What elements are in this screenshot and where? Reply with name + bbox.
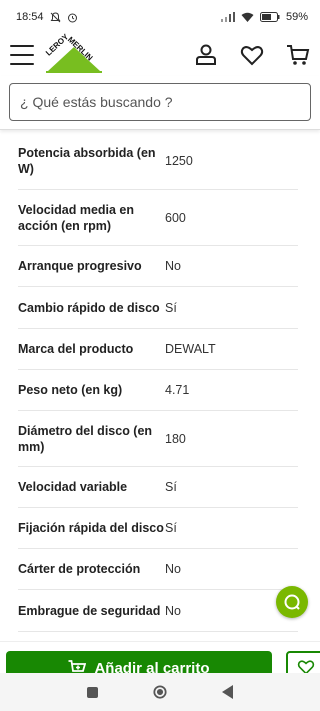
spec-label: Potencia absorbida (en W) [18, 145, 156, 176]
leroy-merlin-logo[interactable]: LEROY MERLIN [44, 32, 102, 73]
spec-row: Marca del producto DEWALT [18, 329, 298, 370]
home-circle-icon [153, 685, 167, 699]
spec-row: Cambio rápido de disco Sí [18, 287, 298, 329]
add-to-cart-label: Añadir al carrito [94, 660, 210, 674]
spec-row: Diámetro del disco (en mm) 180 [18, 411, 298, 467]
alarm-icon [67, 13, 77, 22]
spec-label: Velocidad variable [18, 480, 128, 494]
status-time: 18:54 [16, 11, 44, 23]
recents-button[interactable] [85, 685, 99, 699]
spec-label: Arranque progresivo [18, 259, 142, 273]
home-button[interactable] [153, 685, 167, 699]
add-to-cart-button[interactable]: Añadir al carrito [6, 651, 272, 674]
spec-label: Fijación rápida del disco [18, 521, 164, 535]
spec-value: Sí [165, 300, 177, 315]
spec-row: Potencia absorbida (en W) 1250 [18, 132, 298, 190]
cart-icon [68, 660, 87, 672]
purchase-bar: Añadir al carrito [0, 641, 320, 674]
spec-label: Peso neto (en kg) [18, 383, 123, 397]
spec-label: Cárter de protección [18, 562, 141, 576]
status-bar: 18:54 59% [0, 0, 320, 34]
battery-level: 59% [285, 11, 308, 23]
spec-row: Velocidad media en acción (en rpm) 600 [18, 190, 298, 246]
spec-row: Fijación rápida del disco Sí [18, 508, 298, 549]
back-triangle-icon [222, 685, 233, 699]
spec-value: 180 [165, 431, 186, 446]
search-bar [0, 76, 320, 130]
spec-value: Sí [165, 480, 177, 494]
spec-row: Arranque progresivo No [18, 246, 298, 287]
battery-icon [259, 12, 280, 22]
app-header: LEROY MERLIN [0, 32, 320, 76]
cart-icon[interactable] [286, 43, 310, 67]
spec-label: Velocidad media en acción (en rpm) [18, 202, 135, 233]
spec-value: No [165, 603, 181, 618]
user-icon[interactable] [194, 43, 218, 67]
heart-icon [297, 660, 315, 674]
mute-icon [50, 11, 60, 22]
spec-value: Sí [165, 521, 177, 535]
menu-icon[interactable] [10, 45, 34, 65]
chat-button[interactable] [276, 586, 308, 618]
spec-label: Embrague de seguridad [18, 603, 161, 618]
spec-label: Diámetro del disco (en mm) [18, 423, 153, 454]
spec-row: Cárter de protección No [18, 549, 298, 590]
spec-value: DEWALT [165, 342, 216, 356]
wifi-icon [241, 12, 254, 22]
spec-value: No [165, 259, 181, 273]
search-input[interactable] [9, 83, 311, 121]
system-nav-bar [0, 673, 320, 711]
spec-row: Velocidad variable Sí [18, 467, 298, 508]
spec-value: 1250 [165, 153, 193, 168]
add-to-wishlist-button[interactable] [286, 651, 320, 674]
square-icon [86, 686, 98, 698]
spec-value: 4.71 [165, 383, 190, 397]
back-button[interactable] [221, 685, 235, 699]
product-specs-table: Potencia absorbida (en W) 1250 Velocidad… [18, 132, 298, 632]
spec-row: Peso neto (en kg) 4.71 [18, 370, 298, 411]
spec-label: Cambio rápido de disco [18, 300, 160, 315]
heart-icon[interactable] [240, 43, 264, 67]
signal-icon [220, 12, 235, 22]
spec-value: 600 [165, 210, 186, 225]
spec-value: No [165, 562, 181, 576]
spec-row: Embrague de seguridad No [18, 590, 298, 632]
spec-label: Marca del producto [18, 342, 134, 356]
chat-icon [284, 594, 300, 610]
